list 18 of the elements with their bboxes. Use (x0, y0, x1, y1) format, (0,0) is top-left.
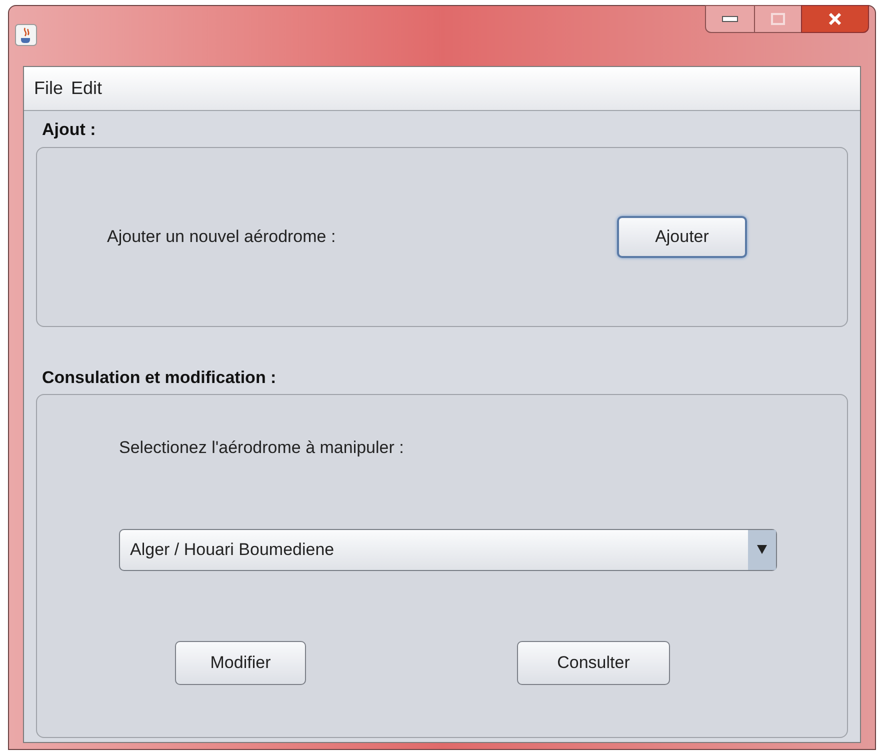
section-title: Consulation et modification : (42, 366, 276, 388)
minimize-icon (722, 16, 738, 22)
menu-item[interactable]: File (34, 75, 64, 102)
menu-item[interactable]: Edit (71, 75, 102, 102)
modify-button[interactable]: Modifier (175, 640, 306, 684)
section-title: Ajout : (42, 119, 96, 141)
dropdown-value: Alger / Houari Boumediene (130, 538, 334, 561)
maximize-button[interactable] (755, 5, 801, 33)
maximize-icon (771, 13, 785, 25)
consult-button[interactable]: Consulter (517, 640, 670, 684)
aerodrome-dropdown[interactable]: Alger / Houari Boumediene (119, 528, 777, 570)
close-button[interactable] (801, 5, 869, 33)
select-label: Selectionez l'aérodrome à manipuler : (119, 437, 404, 459)
add-button[interactable]: Ajouter (617, 216, 747, 258)
close-icon (828, 13, 842, 25)
minimize-button[interactable] (705, 5, 755, 33)
cup-icon (15, 24, 37, 46)
add-label: Ajouter un nouvel aérodrome : (107, 226, 337, 248)
